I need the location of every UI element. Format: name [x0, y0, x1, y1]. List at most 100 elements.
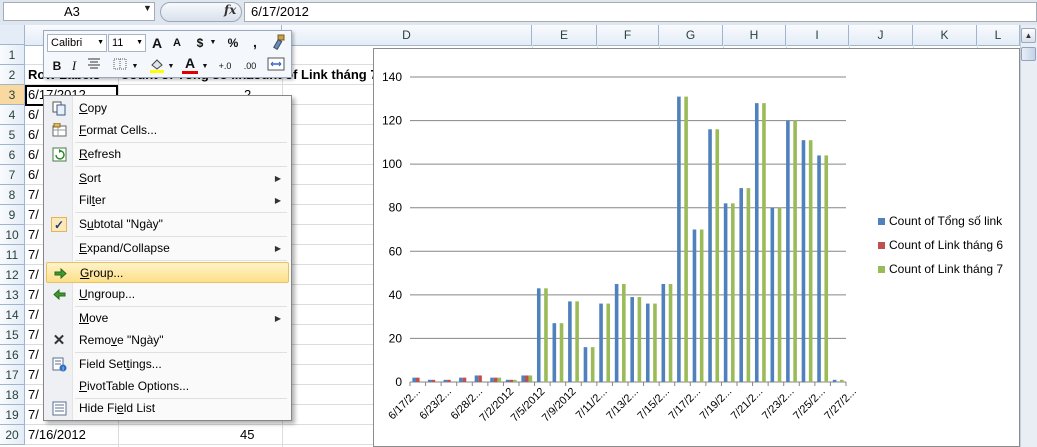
chevron-down-icon[interactable]: ▼ — [97, 35, 104, 51]
menu-item-filter[interactable]: Filter ▶ — [46, 190, 289, 211]
column-header-l[interactable]: L — [977, 25, 1020, 45]
row-header[interactable]: 20 — [0, 425, 25, 445]
row-header[interactable]: 13 — [0, 285, 25, 305]
menu-item-pivottable-options[interactable]: PivotTable Options... — [46, 376, 289, 397]
column-header-d[interactable]: D — [282, 25, 532, 45]
font-size-combo[interactable]: 11 ▼ — [108, 34, 146, 52]
format-painter-icon[interactable] — [269, 34, 287, 52]
align-center-icon[interactable] — [84, 57, 104, 75]
row-header[interactable]: 9 — [0, 205, 25, 225]
cell-a4[interactable]: 6/ — [28, 105, 39, 125]
cell-a10[interactable]: 7/ — [28, 225, 39, 245]
menu-item-field-settings[interactable]: i Field Settings... — [46, 354, 289, 375]
cell-a13[interactable]: 7/ — [28, 285, 39, 305]
menu-item-refresh[interactable]: Refresh — [46, 144, 289, 165]
menu-item-expand-collapse[interactable]: Expand/Collapse ▶ — [46, 238, 289, 259]
bar — [622, 283, 626, 382]
column-header-f[interactable]: F — [597, 25, 659, 45]
bold-button[interactable]: B — [50, 57, 64, 75]
row-header[interactable]: 2 — [0, 65, 25, 85]
column-header-i[interactable]: I — [786, 25, 849, 45]
italic-button[interactable]: I — [68, 57, 80, 75]
grow-font-button[interactable]: A — [149, 34, 165, 52]
merge-cells-icon[interactable] — [266, 57, 286, 75]
cell-a11[interactable]: 7/ — [28, 245, 39, 265]
formula-input[interactable]: 6/17/2012 — [244, 2, 1037, 22]
cell-a12[interactable]: 7/ — [28, 265, 39, 285]
select-all-corner[interactable] — [0, 25, 25, 45]
menu-item-sort[interactable]: Sort ▶ — [46, 168, 289, 189]
currency-button[interactable]: $ — [193, 34, 207, 52]
menu-item-label: Sort — [79, 171, 102, 185]
row-header[interactable]: 1 — [0, 45, 25, 65]
menu-item-group[interactable]: Group... — [46, 262, 289, 283]
row-header[interactable]: 15 — [0, 325, 25, 345]
menu-item-hide-field-list[interactable]: Hide Field List — [46, 398, 289, 419]
menu-item-copy[interactable]: Copy — [46, 98, 289, 119]
row-header[interactable]: 17 — [0, 365, 25, 385]
bar — [552, 323, 557, 382]
row-header[interactable]: 4 — [0, 105, 25, 125]
decrease-decimal-button[interactable]: .00 — [239, 57, 261, 75]
row-header[interactable]: 3 — [0, 85, 25, 105]
chevron-down-icon[interactable]: ▼ — [131, 58, 139, 76]
cell-a19[interactable]: 7/ — [28, 405, 39, 425]
shrink-font-button[interactable]: A — [170, 34, 184, 52]
row-header[interactable]: 18 — [0, 385, 25, 405]
row-header[interactable]: 19 — [0, 405, 25, 425]
bar — [645, 303, 650, 382]
fill-color-icon[interactable] — [147, 57, 167, 75]
borders-icon[interactable] — [110, 57, 130, 75]
scroll-up-icon[interactable]: ▲ — [1021, 28, 1036, 43]
column-header-g[interactable]: G — [659, 25, 723, 45]
cell-a15[interactable]: 7/ — [28, 325, 39, 345]
cell-a6[interactable]: 6/ — [28, 145, 39, 165]
vertical-scrollbar[interactable] — [1020, 25, 1037, 447]
menu-item-format-cells[interactable]: Format Cells... — [46, 120, 289, 141]
percent-button[interactable]: % — [225, 34, 241, 52]
menu-item-remove[interactable]: ✕ Remove "Ngày" — [46, 330, 289, 351]
row-header[interactable]: 16 — [0, 345, 25, 365]
pivot-chart[interactable]: 0 20 40 60 80 100 120 140 6/17/2... 6/23/2... 6/28… — [373, 48, 1020, 447]
column-header-k[interactable]: K — [913, 25, 977, 45]
name-box[interactable]: A3 — [3, 2, 155, 21]
cell-a7[interactable]: 6/ — [28, 165, 39, 185]
row-header[interactable]: 14 — [0, 305, 25, 325]
cell-a8[interactable]: 7/ — [28, 185, 39, 205]
bar — [559, 323, 564, 382]
scrollbar-thumb[interactable] — [1021, 47, 1036, 61]
row-header[interactable]: 11 — [0, 245, 25, 265]
chevron-down-icon[interactable]: ▼ — [136, 35, 143, 51]
chevron-down-icon[interactable]: ▼ — [167, 58, 175, 76]
font-name-combo[interactable]: Calibri ▼ — [47, 34, 107, 52]
cell-a9[interactable]: 7/ — [28, 205, 39, 225]
cell-a20[interactable]: 7/16/2012 — [28, 425, 86, 445]
column-header-h[interactable]: H — [723, 25, 786, 45]
row-header[interactable]: 6 — [0, 145, 25, 165]
menu-item-subtotal[interactable]: ✓ Subtotal "Ngày" — [46, 214, 289, 235]
menu-item-ungroup[interactable]: Ungroup... — [46, 284, 289, 305]
comma-button[interactable]: , — [250, 33, 260, 51]
font-color-button[interactable]: A — [182, 55, 198, 74]
svg-text:i: i — [62, 367, 63, 373]
chevron-down-icon[interactable]: ▼ — [209, 34, 217, 52]
row-header[interactable]: 12 — [0, 265, 25, 285]
cell-a16[interactable]: 7/ — [28, 345, 39, 365]
row-header[interactable]: 10 — [0, 225, 25, 245]
bar — [497, 377, 502, 382]
row-header[interactable]: 5 — [0, 125, 25, 145]
row-header[interactable]: 8 — [0, 185, 25, 205]
chevron-down-icon[interactable]: ▼ — [201, 58, 209, 76]
cell-a17[interactable]: 7/ — [28, 365, 39, 385]
row-header[interactable]: 7 — [0, 165, 25, 185]
cell-a5[interactable]: 6/ — [28, 125, 39, 145]
cell-a14[interactable]: 7/ — [28, 305, 39, 325]
menu-item-move[interactable]: Move ▶ — [46, 308, 289, 329]
column-header-e[interactable]: E — [532, 25, 597, 45]
column-header-j[interactable]: J — [849, 25, 913, 45]
insert-function-icon[interactable]: fx — [224, 3, 236, 17]
cell-b20[interactable]: 45 — [240, 425, 254, 445]
cell-a18[interactable]: 7/ — [28, 385, 39, 405]
increase-decimal-button[interactable]: +.0 — [214, 57, 236, 75]
chevron-down-icon[interactable]: ▼ — [143, 3, 152, 13]
